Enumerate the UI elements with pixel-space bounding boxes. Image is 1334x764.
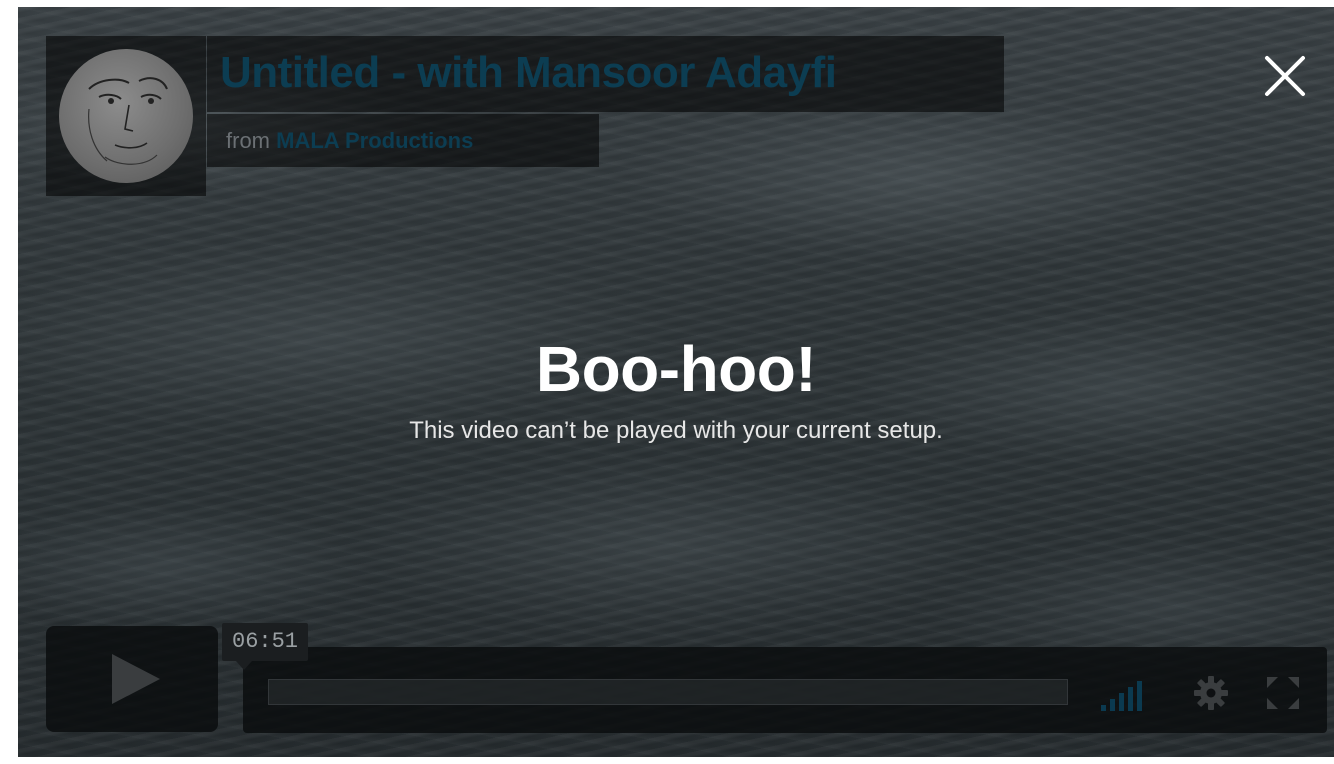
avatar[interactable]: [59, 49, 193, 183]
video-title[interactable]: Untitled - with Mansoor Adayfi: [220, 48, 837, 98]
fullscreen-button[interactable]: [1267, 677, 1299, 709]
byline-prefix: from: [226, 128, 270, 153]
byline-box: from MALA Productions: [207, 114, 599, 167]
volume-icon: [1101, 681, 1142, 711]
video-player[interactable]: Untitled - with Mansoor Adayfi from MALA…: [18, 7, 1334, 759]
error-title: Boo-hoo!: [535, 333, 817, 405]
byline: from MALA Productions: [226, 128, 473, 154]
owner-link[interactable]: MALA Productions: [276, 128, 473, 153]
page-bottom-margin: [0, 757, 1334, 764]
controls-bar: [243, 647, 1327, 733]
settings-button[interactable]: [1193, 675, 1229, 711]
play-button[interactable]: [46, 626, 218, 732]
fullscreen-icon: [1267, 677, 1299, 709]
gear-icon: [1194, 676, 1228, 710]
play-icon: [112, 654, 160, 704]
avatar-sketch: [88, 77, 168, 165]
volume-button[interactable]: [1101, 677, 1149, 711]
progress-bar[interactable]: [268, 679, 1068, 705]
close-button[interactable]: [1261, 52, 1309, 100]
owner-avatar-box[interactable]: [46, 36, 206, 196]
close-icon: [1265, 56, 1305, 96]
duration-tooltip: 06:51: [222, 623, 309, 670]
error-message: This video can’t be played with your cur…: [409, 417, 943, 444]
video-title-box[interactable]: Untitled - with Mansoor Adayfi: [207, 36, 1004, 112]
